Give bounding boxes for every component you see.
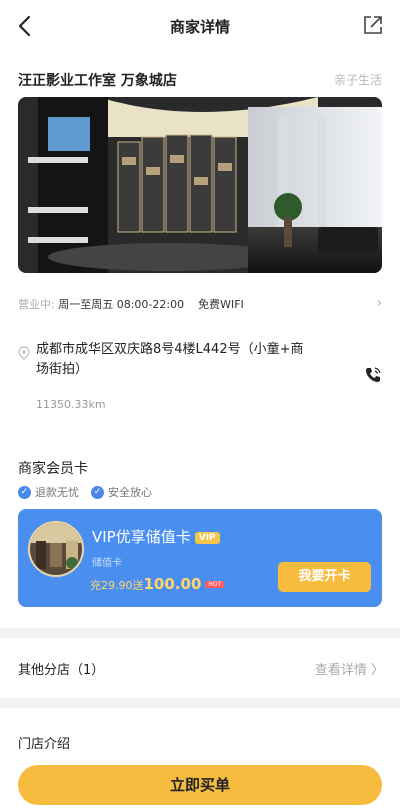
section-divider (0, 628, 400, 638)
check-circle-icon: ✓ (91, 485, 104, 499)
check-circle-icon: ✓ (18, 485, 31, 499)
share-icon[interactable] (362, 14, 384, 36)
business-hours-row[interactable]: 营业中: 周一至周五 08:00-22:00 免费WIFI › (18, 296, 382, 314)
chevron-right-icon: › (376, 296, 382, 311)
store-intro-title: 门店介绍 (18, 737, 71, 752)
other-branches-row[interactable]: 其他分店（1） 查看详情 〉 (0, 638, 400, 698)
vip-stored-value-card[interactable]: VIP优享储值卡 VIP 储值卡 充29.90送100.00 HOT 我要开卡 (18, 509, 382, 607)
view-details-link[interactable]: 查看详情 〉 (315, 659, 384, 678)
wifi-info: 免费WIFI (198, 298, 244, 311)
offer-amount: 100.00 (143, 575, 202, 593)
offer-prefix: 充29.90送 (90, 579, 144, 592)
location-pin-icon (18, 346, 30, 360)
safety-badge: ✓ 安全放心 (91, 483, 152, 501)
card-offer: 充29.90送100.00 HOT (90, 575, 225, 593)
safety-badge-label: 安全放心 (108, 486, 152, 499)
store-header: 汪正影业工作室 万象城店 亲子生活 (18, 70, 382, 90)
page-title: 商家详情 (169, 18, 230, 36)
store-address: 成都市成华区双庆路8号4楼L442号（小童+商场街拍） (36, 342, 304, 377)
card-title-text: VIP优享储值卡 (92, 528, 191, 546)
card-type: 储值卡 (92, 558, 122, 569)
other-branches-label: 其他分店（1） (18, 663, 105, 678)
open-card-button[interactable]: 我要开卡 (278, 562, 371, 592)
buy-now-button[interactable]: 立即买单 (18, 765, 382, 805)
store-interior-image (18, 97, 382, 273)
business-status: 营业中: (18, 298, 55, 311)
top-nav-bar: 商家详情 (0, 0, 400, 52)
card-title: VIP优享储值卡 VIP (92, 526, 220, 547)
refund-badge-label: 退款无忧 (35, 486, 79, 499)
store-category: 亲子生活 (333, 73, 382, 87)
section-divider (0, 698, 400, 708)
business-hours: 周一至周五 08:00-22:00 (58, 298, 185, 311)
member-card-section-title: 商家会员卡 (18, 461, 88, 477)
store-photo[interactable] (18, 97, 382, 273)
phone-icon[interactable] (364, 366, 382, 384)
distance-label: 11350.33km (36, 398, 106, 411)
store-name: 汪正影业工作室 万象城店 (18, 73, 177, 89)
guarantee-badges: ✓ 退款无忧 ✓ 安全放心 (18, 483, 152, 501)
refund-badge: ✓ 退款无忧 (18, 483, 79, 501)
card-store-avatar (28, 521, 84, 577)
vip-tag: VIP (194, 532, 220, 544)
hot-tag: HOT (205, 581, 225, 588)
